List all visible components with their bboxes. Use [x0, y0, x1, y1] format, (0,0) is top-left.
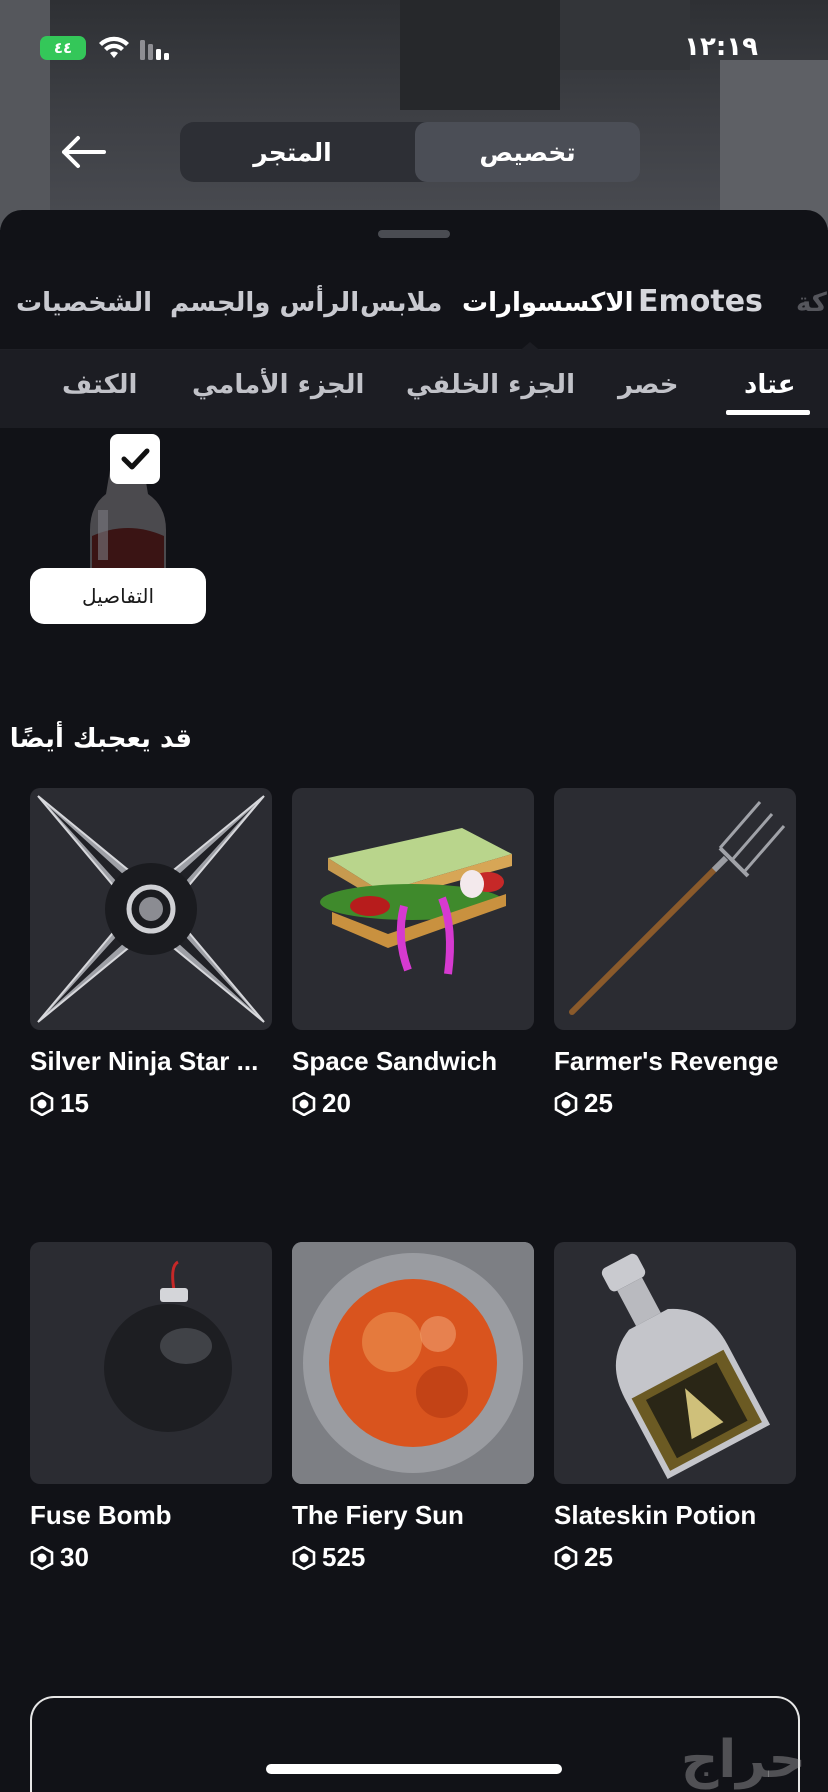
product-thumbnail[interactable] [292, 788, 534, 1030]
wifi-icon [99, 36, 129, 58]
product-price: 525 [292, 1542, 365, 1573]
battery-icon: ٤٤ [40, 36, 86, 60]
header-segmented-control: المتجر تخصيص [180, 122, 640, 182]
status-bar: ٤٤ ١٢:١٩ [0, 30, 828, 70]
product-card[interactable]: Fuse Bomb 30 [30, 1242, 272, 1602]
tab-store[interactable]: المتجر [180, 122, 405, 182]
product-name[interactable]: Fuse Bomb [30, 1500, 272, 1531]
tab-emotes[interactable]: Emotes [638, 284, 763, 319]
product-card[interactable]: Silver Ninja Star ... 15 [30, 788, 272, 1148]
product-name[interactable]: Space Sandwich [292, 1046, 534, 1077]
tab-shoulder[interactable]: الكتف [62, 370, 137, 400]
product-name[interactable]: Slateskin Potion [554, 1500, 796, 1531]
product-name[interactable]: The Fiery Sun [292, 1500, 534, 1531]
product-price-value: 15 [60, 1088, 89, 1118]
product-price-value: 25 [584, 1542, 613, 1572]
product-thumbnail[interactable] [554, 1242, 796, 1484]
product-price-value: 20 [322, 1088, 351, 1118]
pitchfork-image [569, 801, 786, 1015]
tab-gear[interactable]: عتاد [744, 370, 795, 400]
product-price-value: 30 [60, 1542, 89, 1572]
battery-level: ٤٤ [53, 39, 73, 57]
product-card[interactable]: Farmer's Revenge 25 [554, 788, 796, 1148]
product-card[interactable]: Space Sandwich 20 [292, 788, 534, 1148]
tab-back[interactable]: الجزء الخلفي [406, 370, 575, 400]
avatar-scene-backdrop: ٤٤ ١٢:١٩ المتجر تخصيص [0, 0, 828, 230]
product-thumbnail[interactable] [30, 1242, 272, 1484]
product-price: 15 [30, 1088, 89, 1119]
recommendations-title: قد يعجبك أيضًا [9, 724, 192, 754]
product-card[interactable]: The Fiery Sun 525 [292, 1242, 534, 1602]
product-thumbnail[interactable] [554, 788, 796, 1030]
robux-icon [554, 1091, 578, 1116]
tab-accessories[interactable]: الاكسسوارات [462, 288, 634, 318]
status-time: ١٢:١٩ [684, 32, 758, 62]
fiery-sun-image [292, 1242, 534, 1484]
ninja-star-image [37, 795, 265, 1023]
product-price: 30 [30, 1542, 89, 1573]
product-price-value: 25 [584, 1088, 613, 1118]
bomb-image [104, 1260, 232, 1432]
tab-head-and-body[interactable]: الرأس والجسم [170, 288, 359, 318]
product-name[interactable]: Farmer's Revenge [554, 1046, 796, 1077]
potion-bottle-image [601, 1253, 771, 1480]
home-indicator[interactable] [266, 1764, 562, 1774]
category-tabs: ﻛﺔ Emotes الاكسسوارات ملابس الرأس والجسم… [0, 260, 828, 354]
active-subcategory-underline [726, 410, 810, 415]
product-price-value: 525 [322, 1542, 366, 1572]
robux-icon [30, 1545, 54, 1570]
sheet-grabber[interactable] [378, 230, 450, 238]
details-button[interactable]: التفاصيل [30, 568, 206, 624]
product-price: 25 [554, 1088, 613, 1119]
product-card[interactable]: Slateskin Potion 25 [554, 1242, 796, 1602]
tab-category-partial[interactable]: ﻛﺔ [796, 288, 827, 318]
back-arrow-icon[interactable] [58, 132, 108, 172]
watermark-logo: حراج [680, 1730, 806, 1790]
equipped-checkbox[interactable] [110, 434, 160, 484]
tab-customize[interactable]: تخصيص [415, 122, 640, 182]
robux-icon [292, 1545, 316, 1570]
tab-characters[interactable]: الشخصيات [16, 288, 152, 318]
tab-waist[interactable]: خصر [618, 370, 679, 400]
cellular-signal-icon [140, 40, 169, 60]
checkmark-icon [121, 448, 150, 470]
tab-front[interactable]: الجزء الأمامي [192, 370, 364, 400]
product-thumbnail[interactable] [30, 788, 272, 1030]
product-name[interactable]: Silver Ninja Star ... [30, 1046, 272, 1077]
product-price: 25 [554, 1542, 613, 1573]
robux-icon [30, 1091, 54, 1116]
space-sandwich-image [320, 828, 512, 975]
product-thumbnail[interactable] [292, 1242, 534, 1484]
product-price: 20 [292, 1088, 351, 1119]
tab-clothing[interactable]: ملابس [360, 288, 442, 318]
robux-icon [292, 1091, 316, 1116]
subcategory-tabs: عتاد خصر الجزء الخلفي الجزء الأمامي الكت… [0, 350, 828, 428]
robux-icon [554, 1545, 578, 1570]
